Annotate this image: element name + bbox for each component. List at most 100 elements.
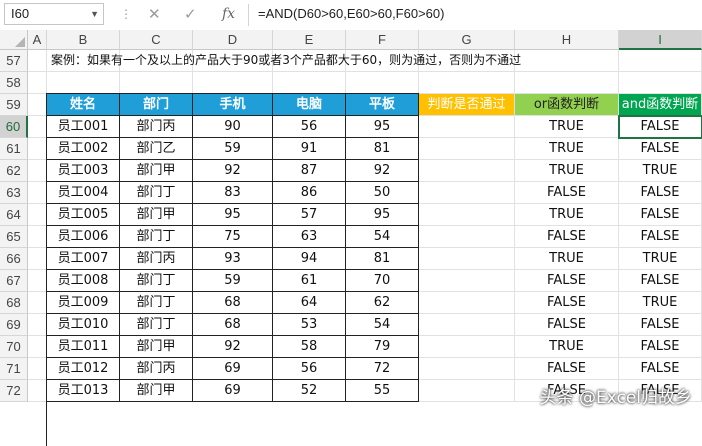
cell-name[interactable]: 员工002 <box>47 138 120 160</box>
cell[interactable] <box>28 314 47 336</box>
column-header-a[interactable]: A <box>28 30 47 50</box>
cell-and-result[interactable]: FALSE <box>619 358 702 380</box>
cell-phone[interactable]: 90 <box>193 116 273 138</box>
cell-or-result[interactable]: TRUE <box>515 138 619 160</box>
cell-computer[interactable]: 86 <box>273 182 346 204</box>
row-header-66[interactable]: 66 <box>0 248 28 270</box>
cell-computer[interactable]: 63 <box>273 226 346 248</box>
cell-computer[interactable]: 52 <box>273 380 346 402</box>
cell[interactable] <box>28 94 47 116</box>
row-header-67[interactable]: 67 <box>0 270 28 292</box>
cell-name[interactable]: 员工011 <box>47 336 120 358</box>
cell-dept[interactable]: 部门丁 <box>120 292 193 314</box>
header-name[interactable]: 姓名 <box>47 94 120 116</box>
row-header-65[interactable]: 65 <box>0 226 28 248</box>
cell-dept[interactable]: 部门甲 <box>120 204 193 226</box>
column-header-c[interactable]: C <box>120 30 193 50</box>
cell-dept[interactable]: 部门丁 <box>120 314 193 336</box>
cell[interactable] <box>193 72 273 94</box>
cell-phone[interactable]: 69 <box>193 358 273 380</box>
column-header-f[interactable]: F <box>346 30 419 50</box>
cell-and-result[interactable]: FALSE <box>619 270 702 292</box>
cell[interactable] <box>28 270 47 292</box>
cell-or-result[interactable]: FALSE <box>515 182 619 204</box>
cell[interactable] <box>28 292 47 314</box>
cell-and-result[interactable]: FALSE <box>619 226 702 248</box>
cell-dept[interactable]: 部门丁 <box>120 270 193 292</box>
cell[interactable] <box>619 50 702 72</box>
cell-name[interactable]: 员工004 <box>47 182 120 204</box>
row-header-71[interactable]: 71 <box>0 358 28 380</box>
cell[interactable] <box>273 72 346 94</box>
cell-computer[interactable]: 94 <box>273 248 346 270</box>
cell[interactable] <box>346 72 419 94</box>
cell-and-result[interactable]: FALSE <box>619 204 702 226</box>
cell-dept[interactable]: 部门乙 <box>120 138 193 160</box>
cell[interactable] <box>28 204 47 226</box>
cell-or-result[interactable]: TRUE <box>515 116 619 138</box>
column-header-i[interactable]: I <box>619 30 702 50</box>
cell[interactable] <box>28 116 47 138</box>
cell[interactable] <box>28 248 47 270</box>
cell-phone[interactable]: 92 <box>193 336 273 358</box>
cell-name[interactable]: 员工012 <box>47 358 120 380</box>
cell[interactable] <box>28 380 47 402</box>
cell[interactable] <box>28 72 47 94</box>
column-header-g[interactable]: G <box>419 30 515 50</box>
cell[interactable] <box>515 50 619 72</box>
cell-or-result[interactable]: FALSE <box>515 292 619 314</box>
row-header-69[interactable]: 69 <box>0 314 28 336</box>
cell-name[interactable]: 员工005 <box>47 204 120 226</box>
cell-computer[interactable]: 57 <box>273 204 346 226</box>
cell-tablet[interactable]: 72 <box>346 358 419 380</box>
cell-name[interactable]: 员工006 <box>47 226 120 248</box>
cell[interactable] <box>28 336 47 358</box>
cell-judge[interactable] <box>419 380 515 402</box>
row-header-57[interactable]: 57 <box>0 50 28 72</box>
cell-tablet[interactable]: 70 <box>346 270 419 292</box>
cell[interactable] <box>47 72 120 94</box>
header-phone[interactable]: 手机 <box>193 94 273 116</box>
cell-or-result[interactable]: FALSE <box>515 314 619 336</box>
cell-name[interactable]: 员工001 <box>47 116 120 138</box>
cell-phone[interactable]: 68 <box>193 314 273 336</box>
cell-dept[interactable]: 部门丁 <box>120 182 193 204</box>
cell-or-result[interactable]: TRUE <box>515 160 619 182</box>
cell-phone[interactable]: 69 <box>193 380 273 402</box>
cell-and-result[interactable]: FALSE <box>619 138 702 160</box>
cell-phone[interactable]: 93 <box>193 248 273 270</box>
cell-computer[interactable]: 58 <box>273 336 346 358</box>
cell-or-result[interactable]: TRUE <box>515 248 619 270</box>
cell-tablet[interactable]: 81 <box>346 138 419 160</box>
cell-or-result[interactable]: TRUE <box>515 336 619 358</box>
cell-tablet[interactable]: 55 <box>346 380 419 402</box>
cell-phone[interactable]: 59 <box>193 138 273 160</box>
cancel-icon[interactable]: ✕ <box>148 5 161 23</box>
cell-phone[interactable]: 83 <box>193 182 273 204</box>
cell-judge[interactable] <box>419 160 515 182</box>
row-header-72[interactable]: 72 <box>0 380 28 402</box>
cell-and-result[interactable]: FALSE <box>619 116 702 138</box>
cell[interactable] <box>28 226 47 248</box>
cell-dept[interactable]: 部门丁 <box>120 226 193 248</box>
row-header-58[interactable]: 58 <box>0 72 28 94</box>
cell-and-result[interactable]: FALSE <box>619 182 702 204</box>
function-icon[interactable]: fx <box>222 5 235 23</box>
cell-judge[interactable] <box>419 314 515 336</box>
cell-judge[interactable] <box>419 116 515 138</box>
checkmark-icon[interactable]: ✓ <box>184 5 197 23</box>
cell-tablet[interactable]: 62 <box>346 292 419 314</box>
cell-computer[interactable]: 91 <box>273 138 346 160</box>
cell-judge[interactable] <box>419 336 515 358</box>
row-header-60[interactable]: 60 <box>0 116 28 138</box>
header-and-judge[interactable]: and函数判断 <box>619 94 702 116</box>
cell-dept[interactable]: 部门甲 <box>120 380 193 402</box>
cell-name[interactable]: 员工009 <box>47 292 120 314</box>
row-header-64[interactable]: 64 <box>0 204 28 226</box>
column-header-d[interactable]: D <box>193 30 273 50</box>
cell-judge[interactable] <box>419 270 515 292</box>
cell-phone[interactable]: 59 <box>193 270 273 292</box>
cell[interactable] <box>28 138 47 160</box>
header-judge-pass[interactable]: 判断是否通过 <box>419 94 515 116</box>
header-computer[interactable]: 电脑 <box>273 94 346 116</box>
